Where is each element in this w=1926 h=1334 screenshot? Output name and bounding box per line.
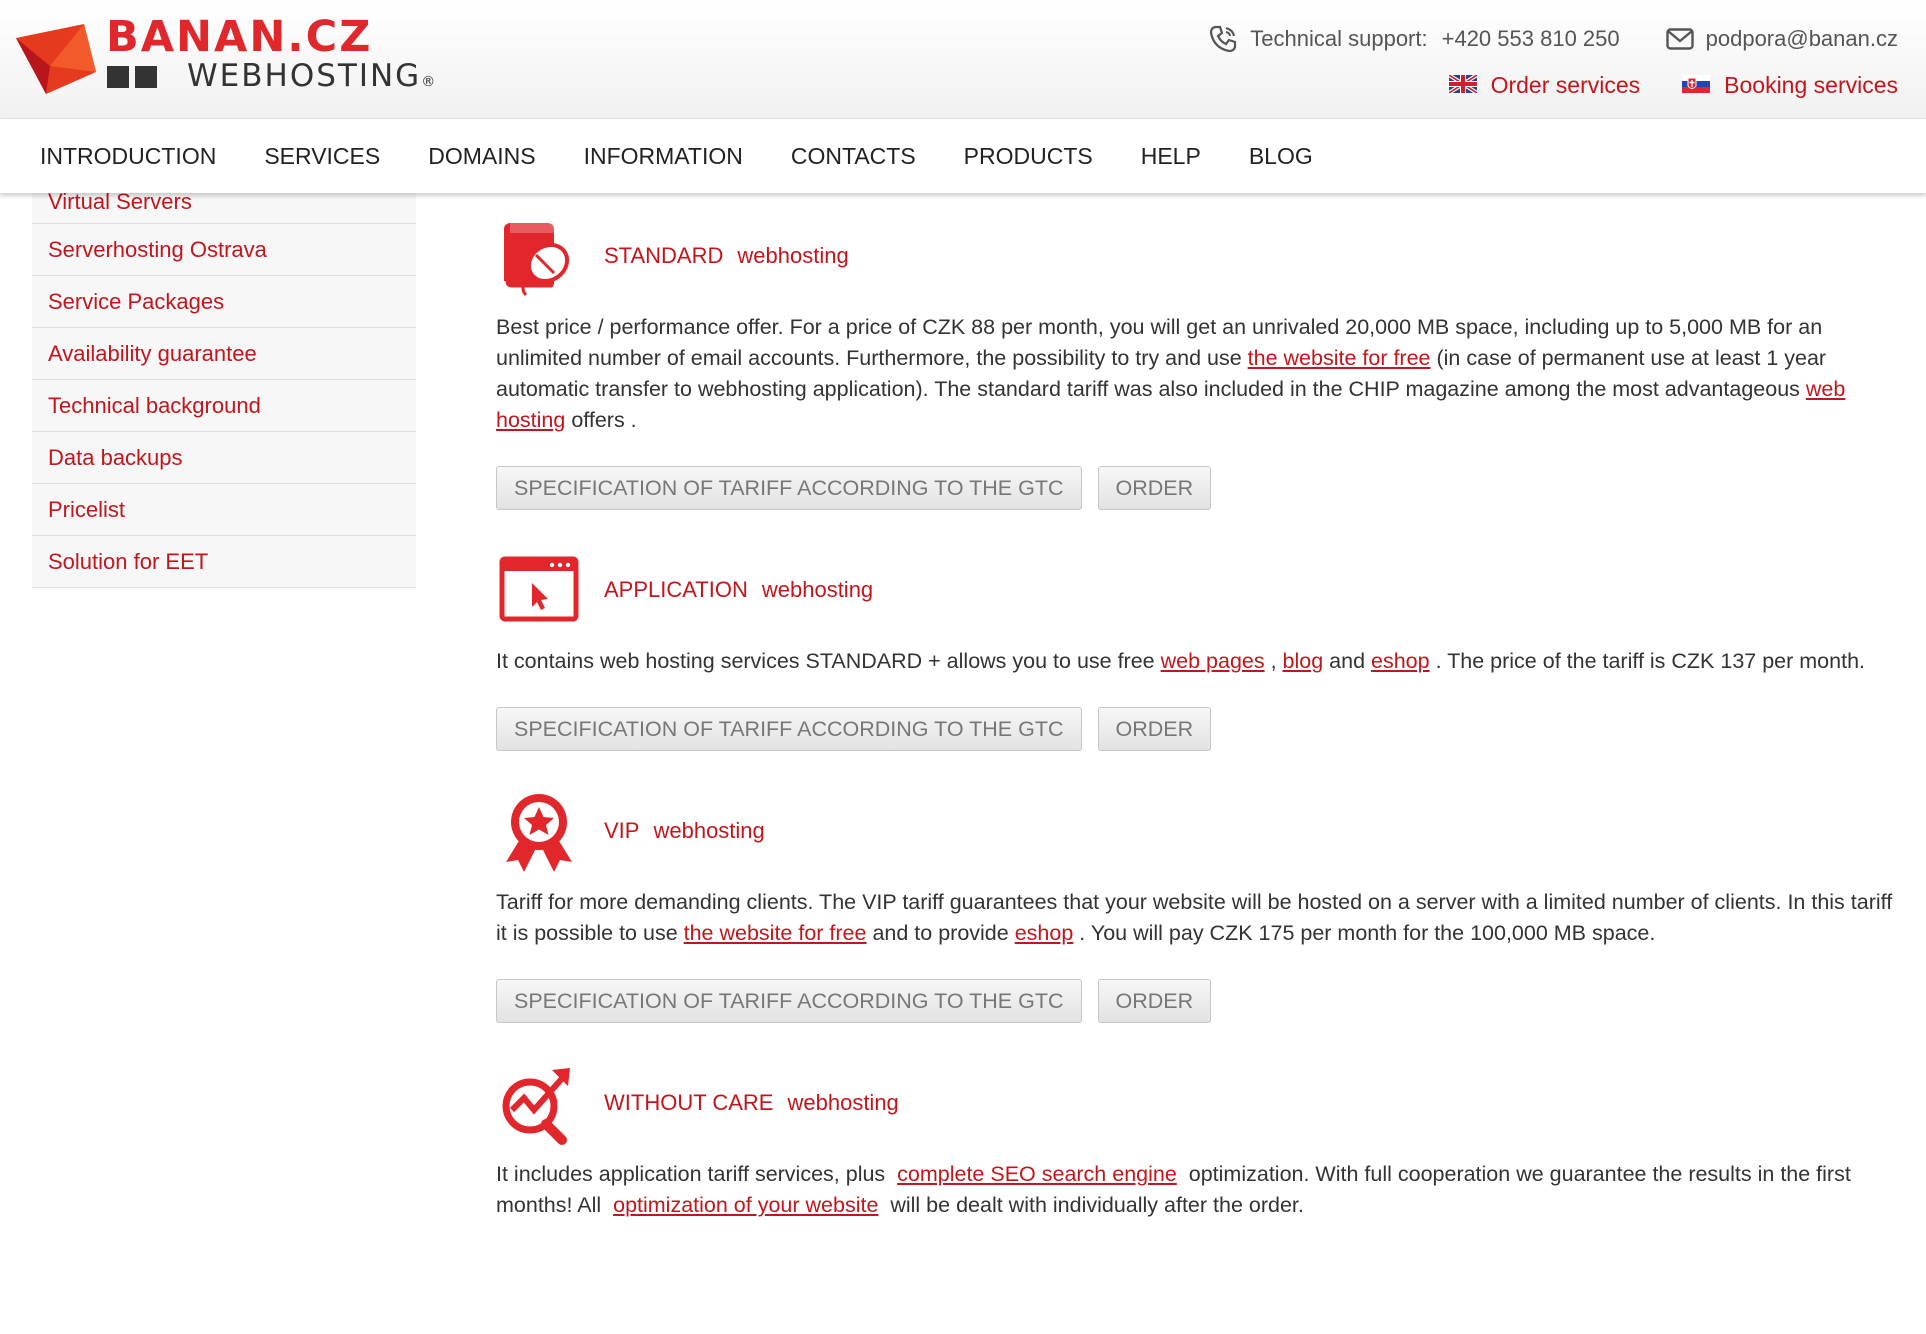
mail-icon	[1665, 28, 1694, 50]
sidebar-item-data-backups[interactable]: Data backups	[32, 432, 416, 484]
contact-line: Technical support: +420 553 810 250 podp…	[1208, 24, 1898, 54]
sk-flag-icon	[1682, 72, 1711, 99]
browser-cursor-icon	[496, 547, 582, 633]
eshop-link[interactable]: eshop	[1015, 921, 1074, 945]
sidebar-item-service-packages[interactable]: Service Packages	[32, 276, 416, 328]
support-phone[interactable]: +420 553 810 250	[1442, 26, 1620, 52]
website-free-link[interactable]: the website for free	[684, 921, 867, 945]
booking-services-link[interactable]: Booking services	[1724, 72, 1898, 99]
logo-blocks	[107, 66, 163, 93]
blog-link[interactable]: blog	[1283, 649, 1324, 673]
seo-magnifier-icon	[496, 1060, 582, 1146]
support-email[interactable]: podpora@banan.cz	[1706, 26, 1898, 52]
eshop-link[interactable]: eshop	[1371, 649, 1430, 673]
logo-mark-icon	[16, 24, 96, 94]
tariff-name: STANDARD	[604, 243, 724, 268]
nav-help[interactable]: HELP	[1141, 143, 1201, 170]
logo-title: BANAN.CZ	[106, 12, 373, 62]
site-header: BANAN.CZ WEBHOSTING® Technical support: …	[0, 0, 1926, 119]
order-button[interactable]: ORDER	[1097, 707, 1212, 751]
order-services-link[interactable]: Order services	[1491, 72, 1641, 99]
nav-contacts[interactable]: CONTACTS	[791, 143, 916, 170]
top-links: Order services Booking services	[1447, 72, 1898, 99]
tariff-standard: STANDARD webhosting Best price / perform…	[496, 210, 1906, 510]
nav-products[interactable]: PRODUCTS	[964, 143, 1093, 170]
tariff-name: VIP	[604, 818, 640, 843]
order-button[interactable]: ORDER	[1097, 979, 1212, 1023]
tariff-description: Tariff for more demanding clients. The V…	[496, 890, 1893, 945]
book-mouse-icon	[496, 213, 582, 299]
tariff-kind: webhosting	[761, 577, 874, 602]
logo[interactable]: BANAN.CZ WEBHOSTING®	[14, 12, 454, 104]
sidebar-item-availability-guarantee[interactable]: Availability guarantee	[32, 328, 416, 380]
nav-information[interactable]: INFORMATION	[584, 143, 743, 170]
tariff-kind: webhosting	[653, 818, 765, 843]
seo-link[interactable]: complete SEO search engine	[897, 1162, 1177, 1186]
tariff-description: It includes application tariff services,…	[496, 1162, 1857, 1217]
sidebar-menu: Virtual Servers Serverhosting Ostrava Se…	[32, 180, 416, 588]
web-pages-link[interactable]: web pages	[1161, 649, 1265, 673]
nav-introduction[interactable]: INTRODUCTION	[40, 143, 216, 170]
tariff-description: It contains web hosting services STANDAR…	[496, 649, 1865, 673]
logo-subtitle: WEBHOSTING®	[187, 58, 438, 94]
award-star-icon	[496, 788, 582, 874]
phone-icon	[1208, 24, 1238, 54]
tariff-description: Best price / performance offer. For a pr…	[496, 315, 1846, 432]
sidebar-item-serverhosting-ostrava[interactable]: Serverhosting Ostrava	[32, 224, 416, 276]
sidebar-item-solution-for-eet[interactable]: Solution for EET	[32, 536, 416, 588]
spec-button[interactable]: SPECIFICATION OF TARIFF ACCORDING TO THE…	[496, 707, 1082, 751]
uk-flag-icon	[1447, 72, 1478, 99]
main-navigation: INTRODUCTION SERVICES DOMAINS INFORMATIO…	[0, 119, 1926, 193]
tariff-kind: webhosting	[787, 1090, 899, 1115]
order-button[interactable]: ORDER	[1097, 466, 1212, 510]
spec-button[interactable]: SPECIFICATION OF TARIFF ACCORDING TO THE…	[496, 466, 1082, 510]
spec-button[interactable]: SPECIFICATION OF TARIFF ACCORDING TO THE…	[496, 979, 1082, 1023]
tariff-vip: VIP webhosting Tariff for more demanding…	[496, 785, 1906, 1023]
support-label: Technical support:	[1250, 26, 1428, 51]
nav-services[interactable]: SERVICES	[264, 143, 380, 170]
optimization-link[interactable]: optimization of your website	[613, 1193, 878, 1217]
tariff-application: APPLICATION webhosting It contains web h…	[496, 544, 1906, 751]
tariff-name: WITHOUT CARE	[604, 1090, 774, 1115]
tariff-name: APPLICATION	[604, 577, 748, 602]
tariff-kind: webhosting	[737, 243, 849, 268]
nav-domains[interactable]: DOMAINS	[428, 143, 535, 170]
sidebar-item-pricelist[interactable]: Pricelist	[32, 484, 416, 536]
website-free-link[interactable]: the website for free	[1248, 346, 1431, 370]
tariff-list: STANDARD webhosting Best price / perform…	[496, 210, 1906, 1221]
tariff-without-care: WITHOUT CARE webhosting It includes appl…	[496, 1057, 1906, 1221]
nav-blog[interactable]: BLOG	[1249, 143, 1313, 170]
sidebar-item-technical-background[interactable]: Technical background	[32, 380, 416, 432]
